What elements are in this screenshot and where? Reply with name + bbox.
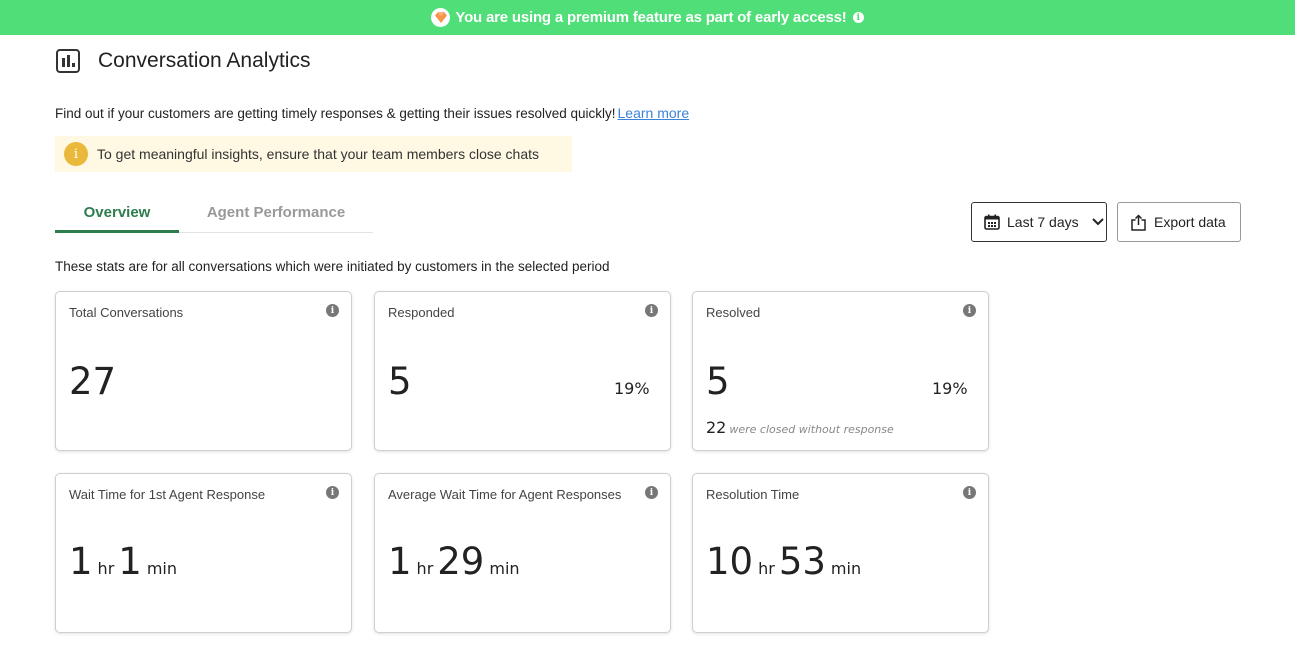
hours-value: 1 bbox=[388, 540, 412, 583]
export-data-button[interactable]: Export data bbox=[1117, 202, 1241, 242]
calendar-icon bbox=[984, 214, 1000, 230]
bar-chart-icon bbox=[56, 49, 80, 73]
time-value: 1 hr 1 min bbox=[69, 540, 181, 583]
date-range-dropdown[interactable]: Last 7 days bbox=[971, 202, 1107, 242]
info-icon[interactable]: i bbox=[326, 486, 339, 499]
card-value: 5 bbox=[706, 360, 730, 403]
minutes-unit: min bbox=[830, 559, 862, 578]
closed-without-response: 22 were closed without response bbox=[706, 418, 894, 437]
tab-agent-performance[interactable]: Agent Performance bbox=[179, 196, 373, 232]
card-resolution-time: Resolution Time i 10 hr 53 min bbox=[692, 473, 989, 633]
minutes-unit: min bbox=[489, 559, 520, 578]
banner-text: You are using a premium feature as part … bbox=[455, 9, 847, 26]
learn-more-link[interactable]: Learn more bbox=[618, 105, 690, 121]
card-total-conversations: Total Conversations i 27 bbox=[55, 291, 352, 451]
closed-count: 22 bbox=[706, 418, 727, 437]
info-icon[interactable]: i bbox=[963, 304, 976, 317]
info-icon[interactable]: i bbox=[852, 12, 864, 23]
page-title: Conversation Analytics bbox=[98, 49, 311, 72]
gem-icon bbox=[431, 8, 451, 27]
minutes-value: 1 bbox=[118, 540, 142, 583]
hours-unit: hr bbox=[416, 559, 434, 578]
intro-text: Find out if your customers are getting t… bbox=[55, 105, 689, 121]
info-icon[interactable]: i bbox=[645, 486, 658, 499]
card-title: Wait Time for 1st Agent Response bbox=[69, 487, 266, 502]
card-title: Resolved bbox=[706, 305, 761, 320]
card-responded: Responded i 5 19% bbox=[374, 291, 671, 451]
info-icon[interactable]: i bbox=[645, 304, 658, 317]
page-header: Conversation Analytics bbox=[56, 49, 310, 73]
warning-info-icon: i bbox=[64, 142, 88, 166]
card-resolved: Resolved i 5 19% 22 were closed without r… bbox=[692, 291, 989, 451]
export-data-label: Export data bbox=[1154, 214, 1226, 230]
card-title: Total Conversations bbox=[69, 305, 184, 320]
premium-banner: You are using a premium feature as part … bbox=[0, 0, 1295, 35]
minutes-value: 29 bbox=[437, 540, 485, 583]
hint-text: To get meaningful insights, ensure that … bbox=[97, 146, 539, 162]
hours-unit: hr bbox=[97, 559, 115, 578]
hours-value: 10 bbox=[706, 540, 754, 583]
export-icon bbox=[1131, 213, 1146, 231]
tab-bar: Overview Agent Performance bbox=[55, 196, 373, 233]
hours-unit: hr bbox=[758, 559, 775, 578]
card-percent: 19% bbox=[614, 379, 650, 398]
info-icon[interactable]: i bbox=[326, 304, 339, 317]
closed-text: were closed without response bbox=[729, 423, 894, 436]
card-value: 27 bbox=[69, 360, 117, 403]
intro-description: Find out if your customers are getting t… bbox=[55, 106, 616, 121]
card-percent: 19% bbox=[932, 379, 968, 398]
tab-overview[interactable]: Overview bbox=[55, 196, 179, 233]
card-average-wait: Average Wait Time for Agent Responses i … bbox=[374, 473, 671, 633]
date-range-label: Last 7 days bbox=[1007, 214, 1079, 230]
card-value: 5 bbox=[388, 360, 412, 403]
chevron-down-icon bbox=[1091, 218, 1104, 226]
hours-value: 1 bbox=[69, 540, 93, 583]
time-value: 1 hr 29 min bbox=[388, 540, 524, 583]
card-title: Resolution Time bbox=[706, 487, 800, 502]
card-first-response-wait: Wait Time for 1st Agent Response i 1 hr 1 m… bbox=[55, 473, 352, 633]
card-title: Average Wait Time for Agent Responses bbox=[388, 487, 622, 502]
time-value: 10 hr 53 min bbox=[706, 540, 865, 583]
card-title: Responded bbox=[388, 305, 455, 320]
stats-description: These stats are for all conversations wh… bbox=[55, 259, 610, 274]
info-icon[interactable]: i bbox=[963, 486, 976, 499]
minutes-unit: min bbox=[146, 559, 177, 578]
minutes-value: 53 bbox=[778, 540, 826, 583]
hint-banner: i To get meaningful insights, ensure tha… bbox=[55, 136, 572, 172]
